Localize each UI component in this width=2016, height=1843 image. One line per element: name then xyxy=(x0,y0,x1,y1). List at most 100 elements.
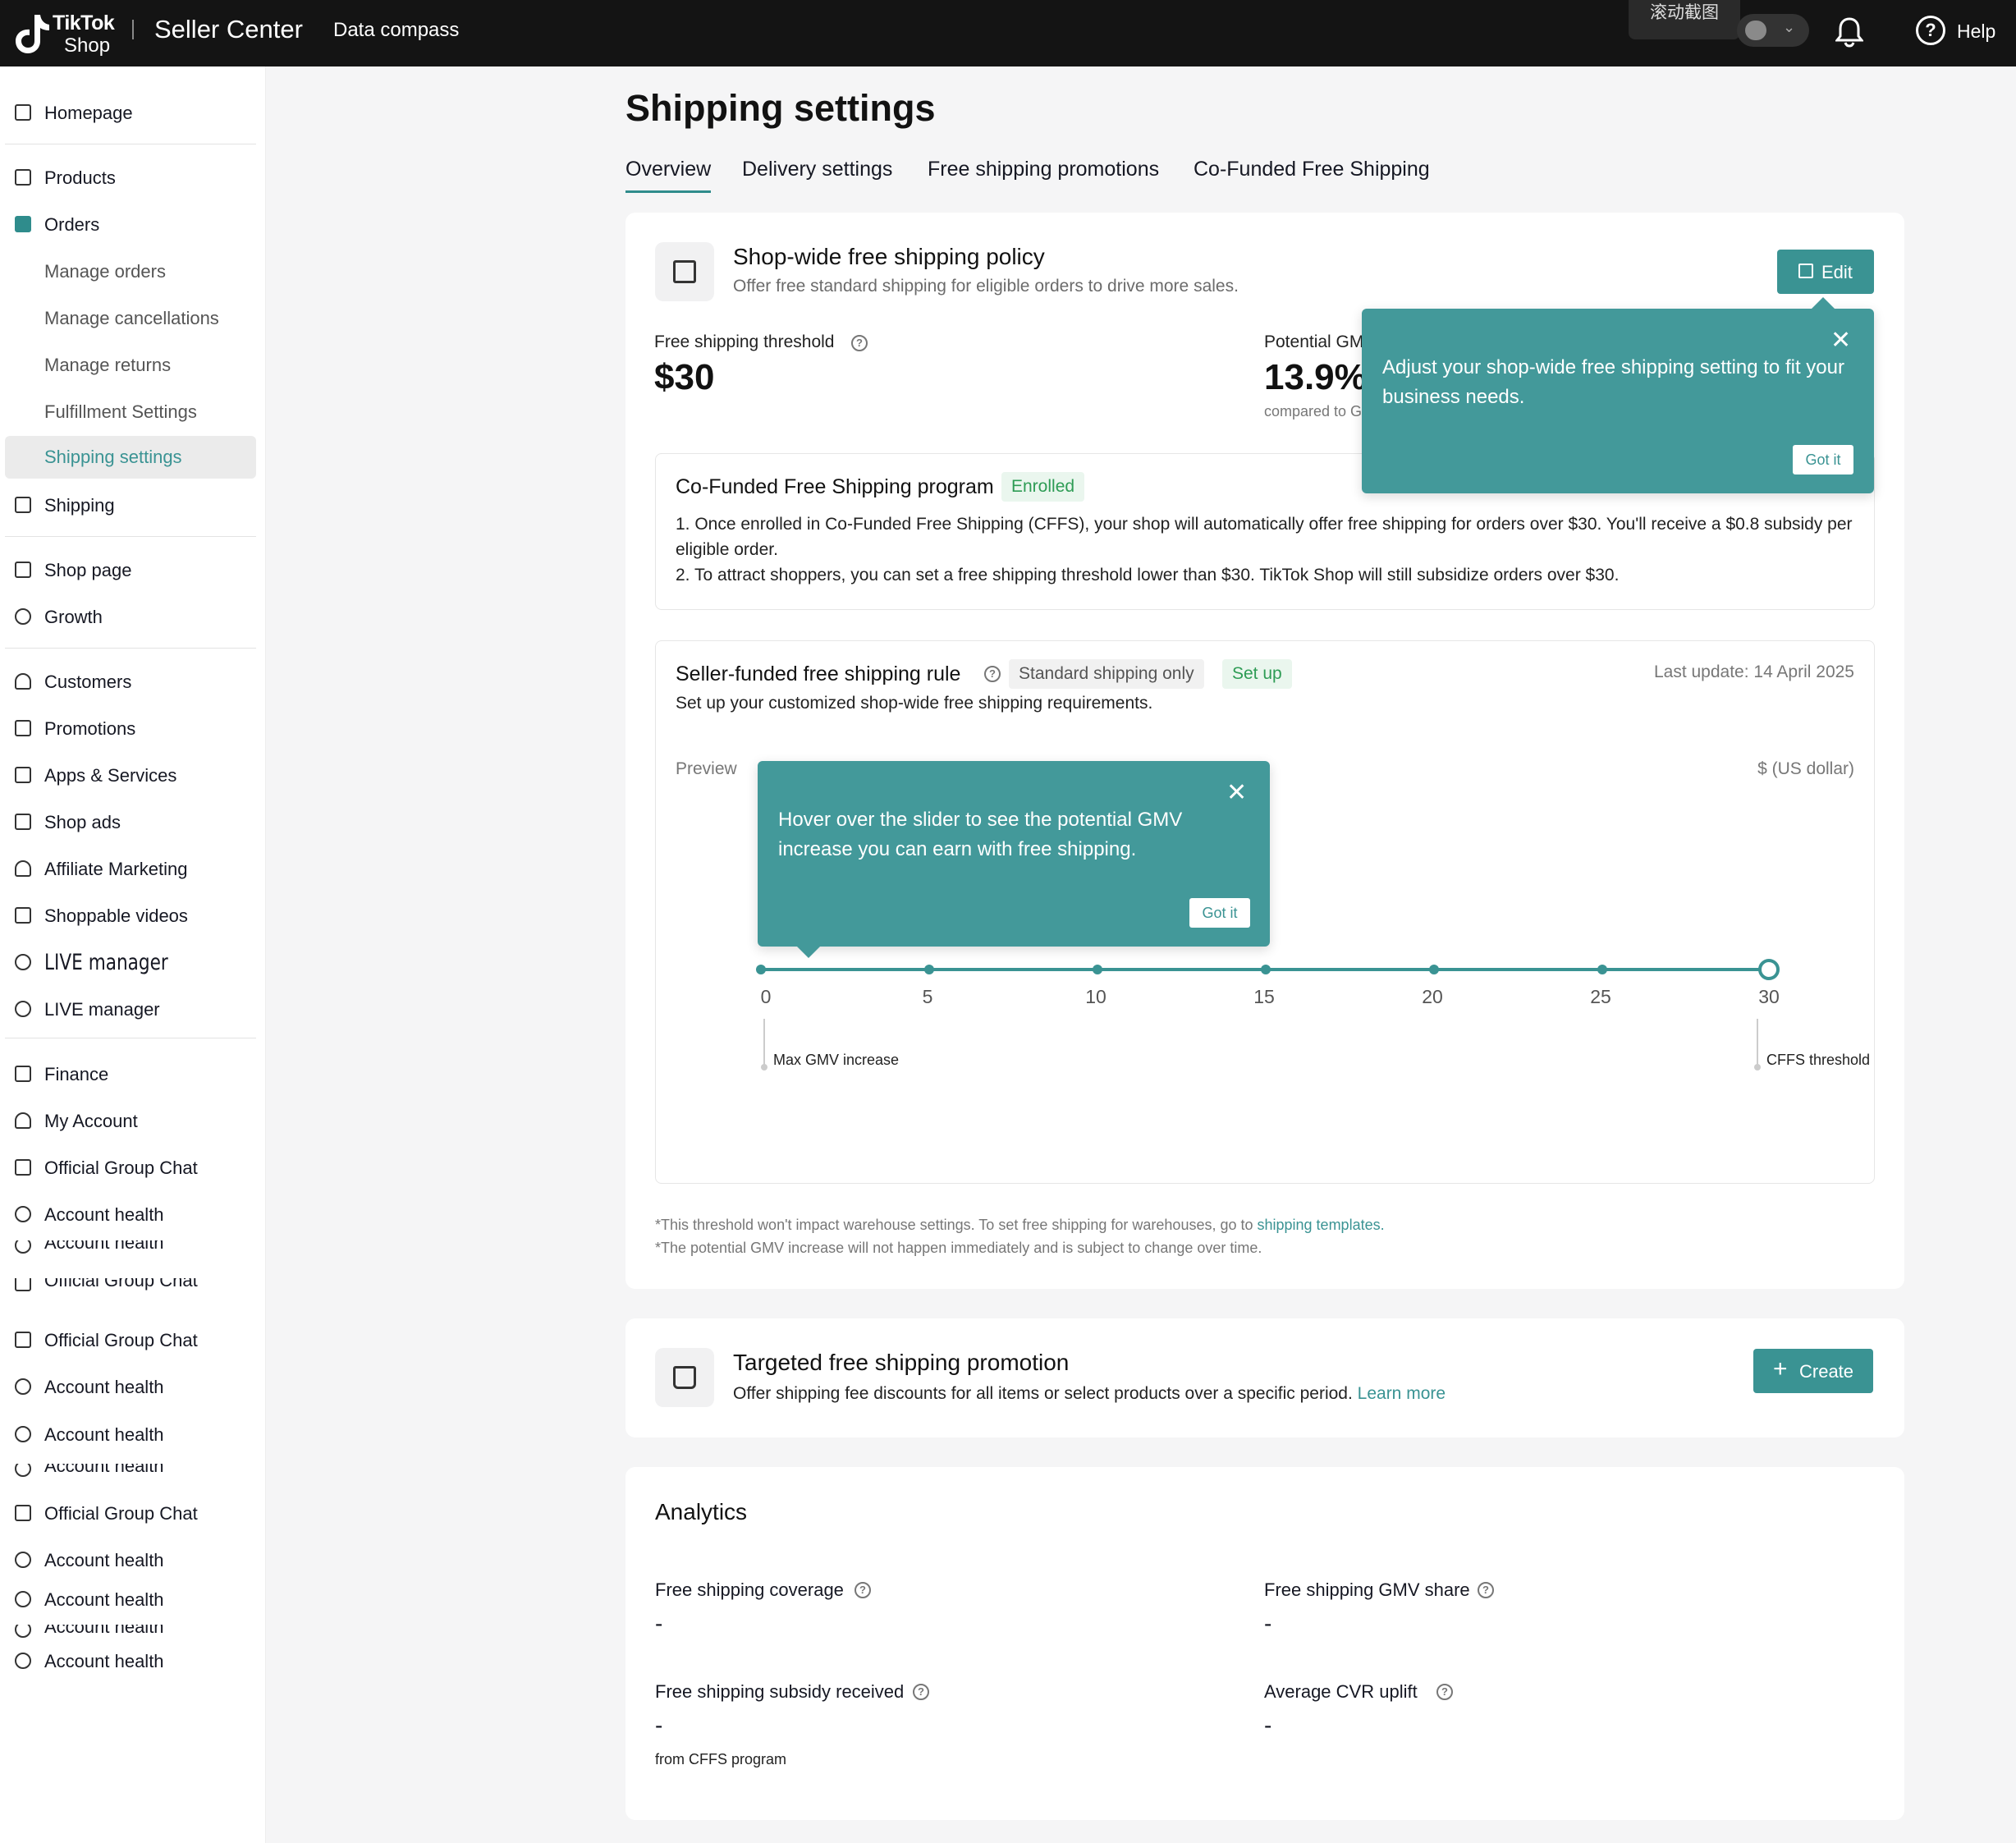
cffs-threshold-marker-dot xyxy=(1754,1064,1761,1070)
edit-icon xyxy=(1798,264,1813,278)
sidebar-item-account-health[interactable]: Account health xyxy=(5,1366,256,1409)
tab-overview[interactable]: Overview xyxy=(625,158,712,193)
wallet-icon xyxy=(15,1066,31,1082)
sidebar-item-official-group-chat[interactable]: Official Group Chat xyxy=(5,1492,256,1535)
bell-icon[interactable] xyxy=(1835,16,1863,48)
sidebar-item-finance[interactable]: Finance xyxy=(5,1053,256,1096)
storefront-icon xyxy=(655,242,714,301)
sidebar-item-label: Official Group Chat xyxy=(44,1330,198,1350)
sidebar-item-label: LIVE manager xyxy=(44,950,168,975)
create-button[interactable]: + Create xyxy=(1753,1349,1873,1393)
live-icon xyxy=(15,954,31,970)
sidebar-item-manage-orders[interactable]: Manage orders xyxy=(5,250,256,293)
help-button[interactable]: ? Help xyxy=(1916,16,2014,48)
sidebar-item-shipping[interactable]: Shipping xyxy=(5,484,256,527)
sidebar-item-products[interactable]: Products xyxy=(5,157,256,199)
cvr-uplift-value: - xyxy=(1264,1712,1272,1738)
sidebar-item-customers[interactable]: Customers xyxy=(5,661,256,704)
trophy-icon xyxy=(15,1464,31,1477)
help-circle-icon[interactable]: ? xyxy=(851,335,868,351)
sidebar-item-account-health[interactable]: Account health xyxy=(5,1539,256,1582)
sidebar-item-my-account[interactable]: My Account xyxy=(5,1100,256,1143)
sidebar-item-label: Account health xyxy=(44,1204,164,1225)
help-circle-icon[interactable]: ? xyxy=(1478,1582,1494,1598)
user-icon xyxy=(15,1112,31,1129)
sidebar-item-shop-ads[interactable]: Shop ads xyxy=(5,801,256,844)
sidebar-item-label: Orders xyxy=(44,214,100,235)
message-dropdown[interactable]: ⌄ xyxy=(1737,14,1809,47)
sidebar: Homepage Products Orders Manage orders M… xyxy=(0,66,266,1843)
sidebar-item-shipping-settings[interactable]: Shipping settings xyxy=(5,436,256,479)
sidebar-item-promotions[interactable]: Promotions xyxy=(5,708,256,750)
slider-hint-tooltip: ✕ Hover over the slider to see the poten… xyxy=(758,761,1270,958)
logo-text-shop: Shop xyxy=(64,34,111,57)
page-title: Shipping settings xyxy=(625,87,936,129)
slider-tick-label: 5 xyxy=(922,986,933,1007)
sidebar-item-account-health-clipped[interactable]: Account health xyxy=(5,1464,256,1482)
tab-delivery-settings[interactable]: Delivery settings xyxy=(742,158,892,181)
sidebar-item-label: Shipping xyxy=(44,495,115,516)
sidebar-item-label: Account health xyxy=(44,1240,164,1253)
gmv-share-label: Free shipping GMV share xyxy=(1264,1579,1470,1600)
sidebar-item-official-group-chat[interactable]: Official Group Chat xyxy=(5,1319,256,1362)
sidebar-item-shop-page[interactable]: Shop page xyxy=(5,549,256,592)
sidebar-item-apps-services[interactable]: Apps & Services xyxy=(5,754,256,797)
data-compass-link[interactable]: Data compass xyxy=(333,19,459,42)
gmv-share-value: - xyxy=(1264,1611,1272,1636)
tab-free-shipping-promotions[interactable]: Free shipping promotions xyxy=(928,158,1159,181)
sidebar-item-label: Shop page xyxy=(44,560,132,580)
got-it-button[interactable]: Got it xyxy=(1189,898,1250,928)
close-icon[interactable]: ✕ xyxy=(1830,328,1851,353)
slider-step-dot[interactable] xyxy=(1597,965,1607,974)
sidebar-divider xyxy=(5,648,256,649)
sidebar-item-account-health[interactable]: Account health xyxy=(5,1640,256,1683)
sidebar-item-live-manager-duplicate[interactable]: LIVE manager xyxy=(5,942,256,984)
help-circle-icon[interactable]: ? xyxy=(913,1684,929,1700)
help-circle-icon[interactable]: ? xyxy=(855,1582,871,1598)
trophy-icon xyxy=(15,1625,31,1638)
sidebar-item-growth[interactable]: Growth xyxy=(5,596,256,639)
tooltip-text: Adjust your shop-wide free shipping sett… xyxy=(1382,356,1844,408)
sidebar-item-official-group-chat[interactable]: Official Group Chat xyxy=(5,1147,256,1190)
sidebar-item-label: Growth xyxy=(44,607,103,627)
chat-icon xyxy=(15,1505,31,1521)
slider-step-dot[interactable] xyxy=(756,965,766,974)
slider-tick-label: 0 xyxy=(760,986,772,1007)
targeted-subtitle: Offer shipping fee discounts for all ite… xyxy=(733,1384,1446,1404)
slider-step-dot[interactable] xyxy=(1093,965,1102,974)
sidebar-item-account-health-clipped[interactable]: Account health xyxy=(5,1240,256,1258)
policy-subtitle: Offer free standard shipping for eligibl… xyxy=(733,277,1239,296)
edit-button[interactable]: Edit xyxy=(1777,250,1874,294)
sidebar-item-account-health[interactable]: Account health xyxy=(5,1579,256,1621)
sidebar-item-manage-returns[interactable]: Manage returns xyxy=(5,344,256,387)
sidebar-item-label: Affiliate Marketing xyxy=(44,859,188,879)
tab-co-funded-free-shipping[interactable]: Co-Funded Free Shipping xyxy=(1194,158,1430,181)
slider-tick-label: 10 xyxy=(1085,986,1107,1007)
subsidy-label: Free shipping subsidy received xyxy=(655,1681,905,1702)
sidebar-item-account-health[interactable]: Account health xyxy=(5,1414,256,1456)
slider-handle[interactable] xyxy=(1758,959,1780,980)
sidebar-item-label: Shipping settings xyxy=(44,447,182,467)
shipping-templates-link[interactable]: shipping templates. xyxy=(1258,1217,1385,1233)
slider-step-dot[interactable] xyxy=(1429,965,1439,974)
cffs-title: Co-Funded Free Shipping program xyxy=(676,475,994,498)
sidebar-item-label: Fulfillment Settings xyxy=(44,401,197,422)
close-icon[interactable]: ✕ xyxy=(1226,781,1247,805)
sidebar-item-live-manager[interactable]: LIVE manager xyxy=(5,988,256,1031)
slider-step-dot[interactable] xyxy=(1261,965,1271,974)
sidebar-item-shoppable-videos[interactable]: Shoppable videos xyxy=(5,895,256,938)
sidebar-item-official-group-chat-clipped[interactable]: Official Group Chat xyxy=(5,1278,256,1296)
apps-grid-icon xyxy=(15,767,31,783)
sidebar-item-affiliate-marketing[interactable]: Affiliate Marketing xyxy=(5,848,256,891)
sidebar-item-orders[interactable]: Orders xyxy=(5,204,256,246)
tiktok-shop-logo[interactable]: TikTok Shop xyxy=(13,10,120,57)
sidebar-item-fulfillment-settings[interactable]: Fulfillment Settings xyxy=(5,391,256,433)
help-circle-icon[interactable]: ? xyxy=(1436,1684,1453,1700)
sidebar-item-account-health[interactable]: Account health xyxy=(5,1194,256,1236)
sidebar-item-manage-cancellations[interactable]: Manage cancellations xyxy=(5,297,256,340)
learn-more-link[interactable]: Learn more xyxy=(1358,1384,1446,1403)
sidebar-item-homepage[interactable]: Homepage xyxy=(5,92,256,135)
got-it-button[interactable]: Got it xyxy=(1793,445,1853,475)
edit-policy-tooltip: ✕ Adjust your shop-wide free shipping se… xyxy=(1362,297,1874,493)
slider-step-dot[interactable] xyxy=(924,965,934,974)
